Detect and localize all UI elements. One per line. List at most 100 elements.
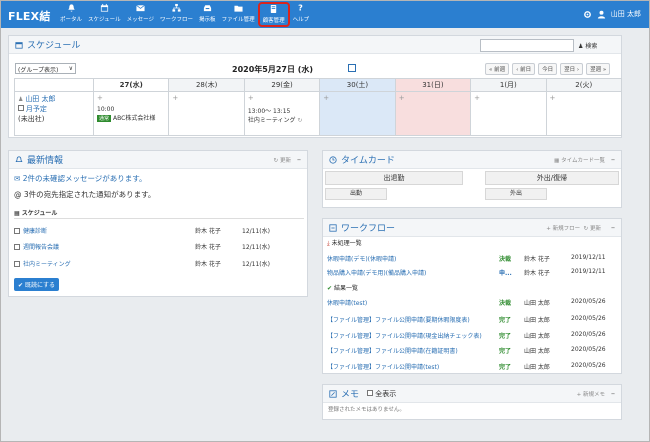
list-item[interactable]: 社内ミーティング 鈴木 花子 12/11(水) [14,259,304,268]
event-item[interactable]: 社内ミーティング ↻ [248,115,316,124]
day-cell[interactable]: + 13:00～ 13:15 社内ミーティング ↻ [243,91,321,136]
check-icon: ✔ [327,285,333,292]
list-item[interactable]: 健康診断 鈴木 花子 12/11(水) [14,226,304,235]
event-title: 社内ミーティング [247,117,296,124]
nav-help[interactable]: ? ヘルプ [290,1,313,28]
nav-label: ヘルプ [292,17,310,23]
workflow-refresh-button[interactable]: ↻ 更新 [584,226,601,232]
row-checkbox[interactable] [14,260,20,267]
group-select[interactable]: (グループ表示) ∨ [15,63,76,74]
day-header[interactable]: 29(金) [243,78,321,92]
show-all-checkbox[interactable] [367,389,374,396]
day-cell[interactable]: + 10:00 通常 ABC株式会社様 [92,91,170,136]
schedule-search-input[interactable] [480,39,574,52]
nav-message[interactable]: メッセージ [124,1,157,28]
day-header[interactable]: 30(土) [319,78,396,92]
day-cell[interactable]: + [394,91,472,136]
wf-title[interactable]: 休暇申請(test) [327,298,499,307]
month-schedule-link[interactable]: 月予定 [26,105,47,113]
mark-read-button[interactable]: ✔ 既読にする [14,278,60,291]
workflow-row[interactable]: 【ファイル管理】ファイル公開申請(在籍証明書) 完了 山田 太郎 2020/05… [327,346,619,355]
list-item[interactable]: 週間報告会議 鈴木 花子 12/11(水) [14,242,304,251]
workflow-row[interactable]: 【ファイル管理】ファイル公開申請(test) 完了 山田 太郎 2020/05/… [327,362,619,371]
timecard-header: タイムカード ▦ タイムカード一覧 – [323,151,621,169]
add-event-icon[interactable]: + [474,94,542,102]
workflow-row[interactable]: 【ファイル管理】ファイル公開申請(要期休暇限度表) 完了 山田 太郎 2020/… [327,315,619,324]
add-event-icon[interactable]: + [172,94,240,102]
minimize-icon[interactable]: – [297,155,301,164]
nav-workflow[interactable]: ワークフロー [157,1,196,28]
workflow-row[interactable]: 物品購入申請(デモ用)(備品購入申請) 申... 鈴木 花子 2019/12/1… [327,268,619,277]
news-refresh-button[interactable]: ↻ 更新 [274,156,291,164]
user-search-icon: ♟ [578,43,584,50]
nav-schedule[interactable]: スケジュール [85,1,124,28]
item-title[interactable]: 健康診断 [23,226,47,235]
news-title: 最新情報 [27,156,64,166]
item-title[interactable]: 社内ミーティング [23,259,71,268]
wf-title[interactable]: 【ファイル管理】ファイル公開申請(test) [327,362,499,371]
minimize-icon[interactable]: – [611,389,615,398]
day-cell[interactable]: + [545,91,623,136]
nav-file[interactable]: ファイル管理 [219,1,258,28]
row-checkbox[interactable] [14,243,20,250]
prev-day-button[interactable]: ‹ 前日 [512,63,536,75]
wf-date: 2020/05/26 [571,315,606,322]
day-cell[interactable]: + [168,91,245,136]
item-user: 鈴木 花子 [195,261,221,268]
wf-title[interactable]: 休暇申請(デモ)(休暇申請) [327,254,499,263]
date-picker-icon[interactable] [348,64,356,72]
new-memo-button[interactable]: + 新規メモ [577,390,605,398]
today-button[interactable]: 今日 [538,63,558,75]
next-day-button[interactable]: 翌日 › [560,63,584,75]
prev-week-button[interactable]: « 前週 [485,63,510,75]
add-event-icon[interactable]: + [248,94,316,102]
gear-icon[interactable] [583,10,592,19]
nav-portal[interactable]: ポータル [57,1,85,28]
timecard-list-link[interactable]: ▦ タイムカード一覧 [554,156,605,164]
workflow-row[interactable]: 休暇申請(test) 決裁 山田 太郎 2020/05/26 [327,298,619,307]
wf-title[interactable]: 物品購入申請(デモ用)(備品購入申請) [327,268,499,277]
nav-customer[interactable]: 顧客管理 [257,2,290,27]
day-cell[interactable]: + [470,91,547,136]
wf-user: 山田 太郎 [524,333,550,340]
show-all-toggle[interactable]: 全表示 [367,389,396,399]
app-brand[interactable]: FLEX結 [8,8,51,24]
new-flow-button[interactable]: + 新規フロー [546,226,580,232]
timecard-title: タイムカード [341,156,395,166]
workflow-row[interactable]: 休暇申請(デモ)(休暇申請) 決裁 鈴木 花子 2019/12/11 [327,254,619,263]
nav-label: ポータル [60,17,83,23]
item-title[interactable]: 週間報告会議 [23,242,59,251]
add-event-icon[interactable]: + [323,94,391,102]
btn-label: 前週 [494,67,506,73]
main-nav: ポータル スケジュール メッセージ ワークフロー 掲示板 ファイル管理 顧客管理… [57,1,312,28]
minimize-icon[interactable]: – [611,223,615,232]
wf-title[interactable]: 【ファイル管理】ファイル公開申請(要期休暇限度表) [327,315,499,324]
day-header[interactable]: 28(木) [168,78,245,92]
btn-label: 前日 [520,67,532,73]
event-item[interactable]: 通常 ABC株式会社様 [97,113,165,122]
done-title: 結果一覧 [333,285,358,292]
workflow-row[interactable]: 【ファイル管理】ファイル公開申請(現金出納チェック表) 完了 山田 太郎 202… [327,331,619,340]
add-event-icon[interactable]: + [399,94,467,102]
row-checkbox[interactable] [14,227,20,234]
btn-label: 翌週 [590,67,602,73]
go-out-button[interactable]: 外出 [485,188,547,200]
minimize-icon[interactable]: – [611,155,615,164]
wf-title[interactable]: 【ファイル管理】ファイル公開申請(在籍証明書) [327,346,499,355]
nav-board[interactable]: 掲示板 [196,1,219,28]
notice-line[interactable]: @ 3件の宛先指定された通知があります。 [14,189,155,200]
day-cell[interactable]: + [319,91,396,136]
day-header[interactable]: 1(月) [470,78,547,92]
day-header[interactable]: 2(火) [545,78,623,92]
user-menu[interactable]: 山田 太郎 [583,9,641,19]
wf-title[interactable]: 【ファイル管理】ファイル公開申請(現金出納チェック表) [327,331,499,340]
add-event-icon[interactable]: + [550,94,618,102]
unread-messages-link[interactable]: ✉ 2件の未確認メッセージがあります。 [14,173,147,184]
schedule-search-button[interactable]: ♟ 検索 [578,41,597,50]
day-header[interactable]: 27(水) [92,78,170,92]
person-name[interactable]: 山田 太郎 [25,95,55,103]
day-header[interactable]: 31(日) [394,78,472,92]
next-week-button[interactable]: 翌週 » [586,63,611,75]
add-event-icon[interactable]: + [97,94,165,102]
clock-in-button[interactable]: 出勤 [325,188,387,200]
